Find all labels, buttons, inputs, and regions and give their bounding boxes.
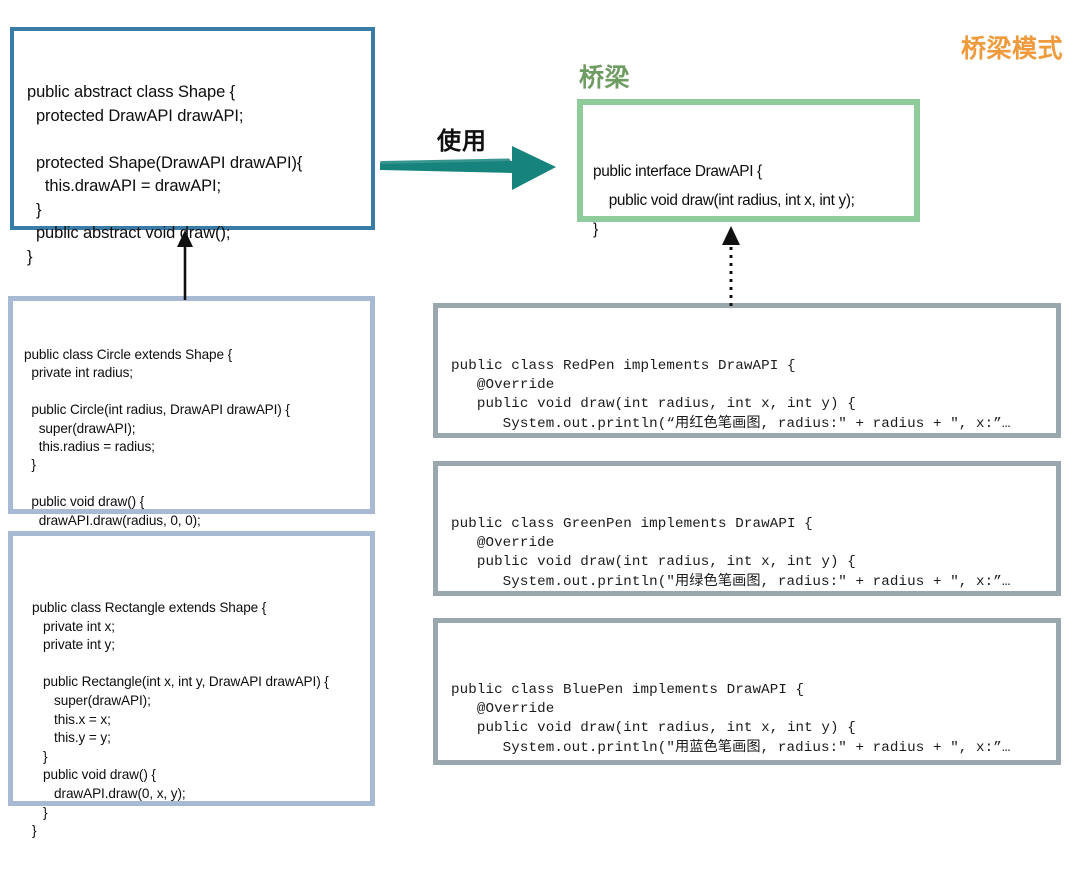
implements-arrow-pens-to-drawapi — [706, 222, 756, 313]
bluepen-class-code: public class BluePen implements DrawAPI … — [451, 682, 1011, 760]
circle-class-box: public class Circle extends Shape { priv… — [8, 296, 375, 564]
bluepen-class-box: public class BluePen implements DrawAPI … — [433, 618, 1061, 765]
inheritance-arrow-circle-to-shape — [160, 228, 210, 307]
redpen-class-code: public class RedPen implements DrawAPI {… — [451, 358, 1011, 432]
shape-class-box: public abstract class Shape { protected … — [10, 27, 375, 266]
page-title: 桥梁模式 — [960, 35, 1063, 63]
diagram-canvas: 桥梁模式 桥梁 使用 public abstract class Shape {… — [0, 0, 1080, 838]
bridge-label: 桥梁 — [579, 64, 631, 92]
rectangle-class-box: public class Rectangle extends Shape { p… — [8, 531, 375, 838]
drawapi-interface-box: public interface DrawAPI { public void d… — [577, 99, 920, 238]
greenpen-class-box: public class GreenPen implements DrawAPI… — [433, 461, 1061, 596]
redpen-class-box: public class RedPen implements DrawAPI {… — [433, 303, 1061, 438]
greenpen-class-code: public class GreenPen implements DrawAPI… — [451, 516, 1011, 590]
rectangle-class-code: public class Rectangle extends Shape { p… — [32, 600, 329, 839]
uses-arrow — [379, 140, 580, 201]
